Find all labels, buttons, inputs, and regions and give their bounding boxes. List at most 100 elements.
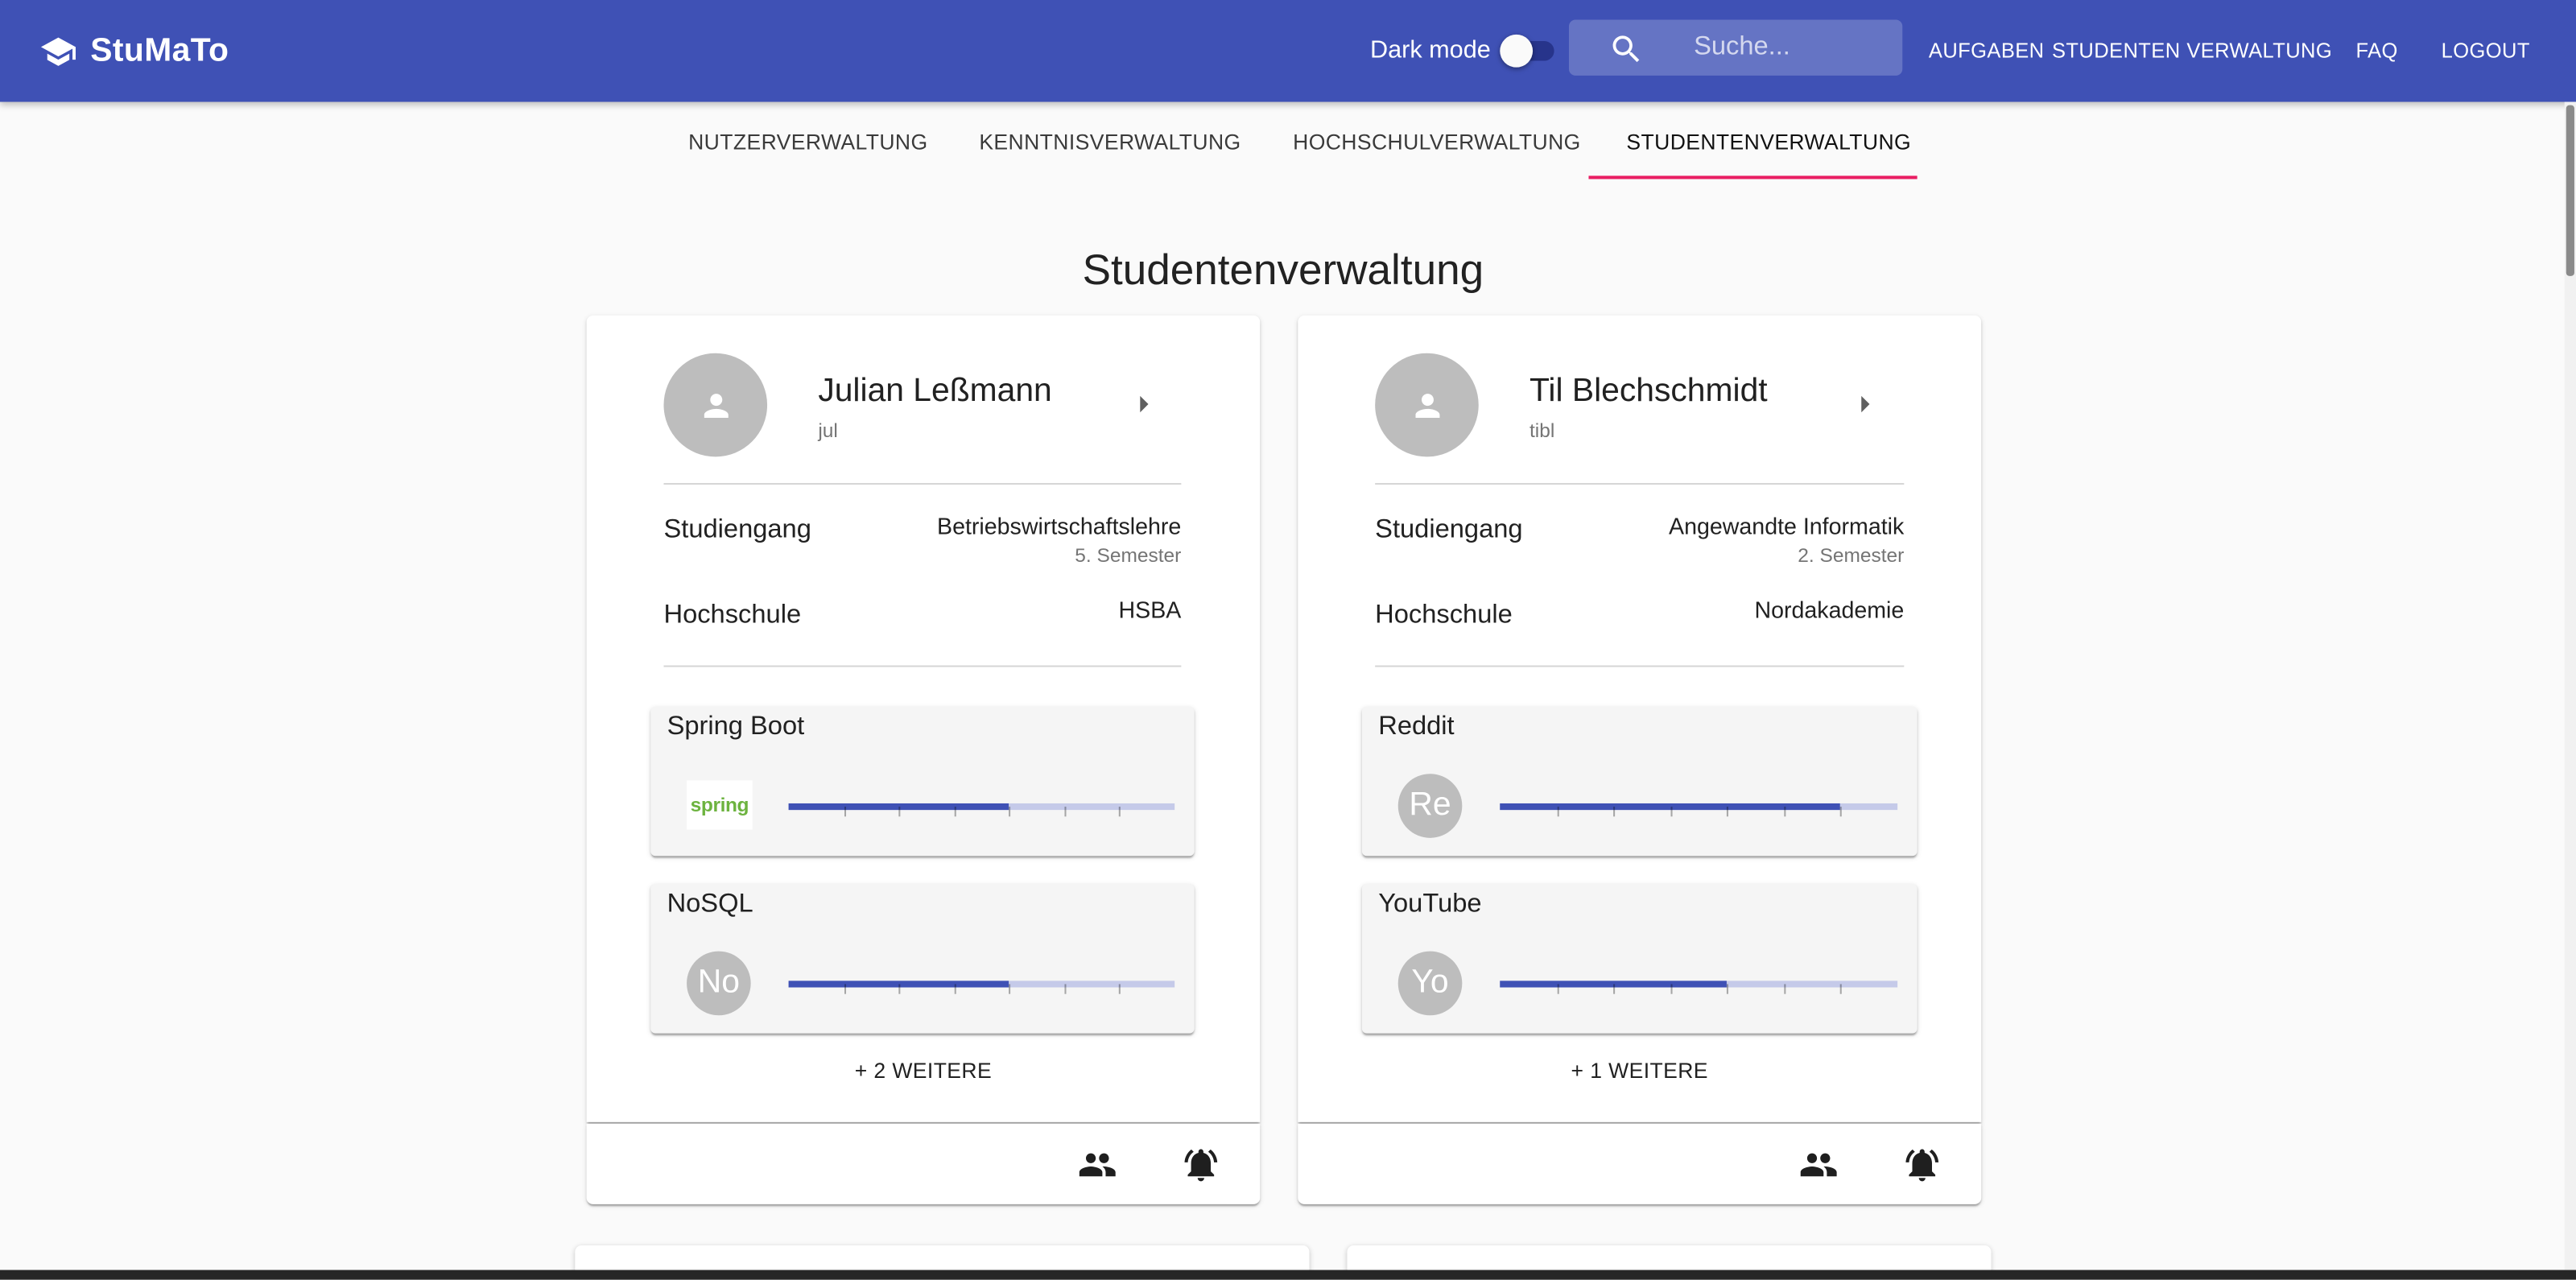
slider-tick [1727,807,1729,817]
slider-tick [844,984,846,994]
skill-name: Reddit [1378,712,1455,741]
tab-hochschulverwaltung[interactable]: HOCHSCHULVERWALTUNG [1293,130,1581,156]
divider [663,482,1182,485]
slider-tick [1784,984,1786,994]
tab-studentenverwaltung[interactable]: STUDENTENVERWALTUNG [1626,130,1911,156]
spring-logo-text: spring [690,793,749,817]
study-program-label: Studiengang [663,515,811,544]
student-card-actions [1298,1123,1982,1204]
student-username: tibl [1529,419,1555,442]
university-value: HSBA [1118,596,1182,623]
skill-card[interactable]: Spring Boot spring [650,706,1195,857]
student-name: Julian Leßmann [818,373,1052,410]
person-icon [703,393,728,418]
skill-avatar: Yo [1397,951,1463,1016]
slider-tick [1064,807,1067,817]
avatar [663,353,768,457]
slider-tick [1009,807,1011,817]
skill-avatar: Re [1397,774,1463,838]
show-more-skills-button[interactable]: + 2 WEITERE [587,1058,1261,1084]
active-tab-indicator [1588,175,1918,180]
search-input[interactable] [1694,29,1891,66]
slider-tick [1784,807,1786,817]
skill-avatar: No [687,951,751,1016]
skill-level-slider[interactable] [1500,981,1898,994]
slider-tick [1613,984,1616,994]
page-title: Studentenverwaltung [1082,245,1484,295]
search-icon[interactable] [1608,31,1645,68]
slider-tick [1119,984,1121,994]
student-username: jul [818,419,838,442]
notifications-active-icon[interactable] [1181,1145,1220,1184]
nav-logout[interactable]: LOGOUT [2442,39,2530,64]
slider-tick [898,984,901,994]
slider-tick [1556,807,1558,817]
study-program-value: Angewandte Informatik [1669,512,1905,539]
nav-aufgaben[interactable]: AUFGABEN [1929,39,2045,64]
viewport-bottom-edge [0,1270,2576,1280]
tab-kenntnisverwaltung[interactable]: KENNTNISVERWALTUNG [979,130,1241,156]
nav-faq[interactable]: FAQ [2356,39,2398,64]
skill-level-slider[interactable] [1500,803,1898,817]
app-viewport: StuMaTo Dark mode AUFGABEN STUDENTEN VER… [0,0,2576,1280]
person-icon [1414,393,1439,418]
semester-value: 2. Semester [1798,543,1905,568]
skill-level-slider[interactable] [788,803,1175,817]
slider-tick [1670,807,1672,817]
skill-name: YouTube [1378,890,1482,919]
arrow-right-icon[interactable] [1845,385,1885,424]
slider-tick [954,984,956,994]
dark-mode-toggle[interactable] [1498,33,1557,69]
university-label: Hochschule [663,601,802,630]
notifications-active-icon[interactable] [1902,1145,1942,1184]
search-box [1568,19,1903,76]
slider-tick [1670,984,1672,994]
nav-verwaltung[interactable]: VERWALTUNG [2186,39,2332,64]
university-label: Hochschule [1375,601,1513,630]
skill-card[interactable]: Reddit Re [1361,706,1918,857]
page-scrollbar-thumb[interactable] [2566,105,2574,276]
slider-tick [844,807,846,817]
arrow-right-icon[interactable] [1124,385,1163,424]
slider-tick [1556,984,1558,994]
university-value: Nordakademie [1754,596,1905,623]
skill-card[interactable]: YouTube Yo [1361,883,1918,1034]
skill-name: NoSQL [667,890,753,919]
people-icon[interactable] [1078,1145,1117,1184]
skill-card[interactable]: NoSQL No [650,883,1195,1034]
dark-mode-label: Dark mode [1370,35,1491,64]
avatar [1375,353,1479,457]
app-header: StuMaTo Dark mode AUFGABEN STUDENTEN VER… [0,0,2576,102]
study-program-value: Betriebswirtschaftslehre [937,512,1182,539]
graduation-cap-icon [40,36,76,65]
semester-value: 5. Semester [1075,543,1182,568]
brand-home-link[interactable]: StuMaTo [39,31,229,71]
page-scrollbar[interactable] [2564,101,2576,1270]
slider-tick [1064,984,1067,994]
slider-tick [1613,807,1616,817]
skill-name: Spring Boot [667,712,805,741]
student-card: Julian Leßmann jul Studiengang Betriebsw… [586,315,1261,1122]
study-program-label: Studiengang [1375,515,1523,544]
slider-tick [898,807,901,817]
toggle-knob [1500,34,1534,68]
app-title: StuMaTo [90,31,229,68]
slider-tick [1119,807,1121,817]
nav-studenten[interactable]: STUDENTEN [2052,39,2181,64]
people-icon[interactable] [1799,1145,1839,1184]
slider-tick [1840,807,1843,817]
divider [1375,665,1905,667]
skill-level-slider[interactable] [788,981,1175,994]
divider [663,665,1182,667]
slider-tick [1009,984,1011,994]
spring-logo: spring [687,780,753,830]
show-more-skills-button[interactable]: + 1 WEITERE [1298,1058,1981,1084]
tab-nutzerverwaltung[interactable]: NUTZERVERWALTUNG [688,130,927,156]
slider-tick [1727,984,1729,994]
slider-tick [1840,984,1843,994]
slider-tick [954,807,956,817]
student-name: Til Blechschmidt [1529,373,1768,410]
student-card: Til Blechschmidt tibl Studiengang Angewa… [1298,315,1982,1122]
student-card-actions [586,1123,1261,1204]
divider [1375,482,1905,485]
